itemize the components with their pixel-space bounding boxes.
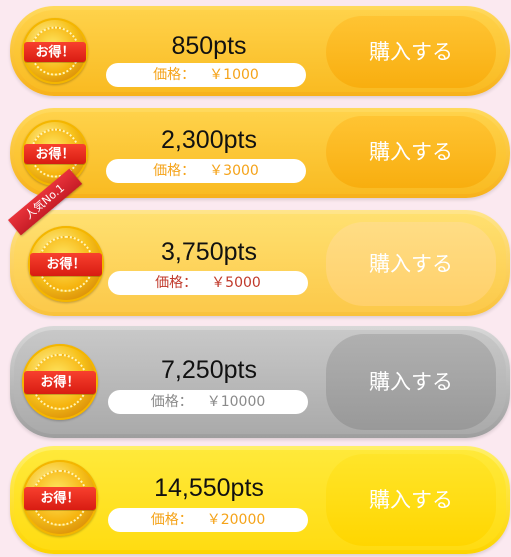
- points-amount: 7,250pts: [161, 356, 257, 384]
- price-label: 価格：: [153, 67, 196, 83]
- coin-label: お得！: [40, 491, 80, 507]
- price-pill: 価格： ￥1000: [106, 63, 306, 87]
- price-label: 価格：: [150, 394, 193, 410]
- price-pill: 価格： ￥3000: [106, 159, 306, 183]
- coin-icon: お得！: [22, 120, 88, 186]
- price-value: ￥20000: [206, 512, 266, 528]
- price-pill: 価格： ￥5000: [108, 271, 308, 295]
- price-label: 価格：: [150, 512, 193, 528]
- coin-icon: お得！: [22, 344, 98, 420]
- coin-label: お得！: [40, 375, 80, 391]
- coin-label: お得！: [35, 44, 75, 60]
- points-amount: 14,550pts: [154, 474, 264, 502]
- price-value: ￥1000: [209, 67, 259, 83]
- price-value: ￥10000: [206, 394, 266, 410]
- buy-button[interactable]: 購入する: [326, 116, 496, 188]
- price-pill: 価格： ￥20000: [108, 508, 308, 532]
- buy-button[interactable]: 購入する: [326, 16, 496, 88]
- buy-button[interactable]: 購入する: [326, 334, 496, 430]
- price-pill: 価格： ￥10000: [108, 390, 308, 414]
- price-value: ￥3000: [209, 163, 259, 179]
- coin-icon: お得！: [22, 460, 98, 536]
- price-label: 価格：: [155, 275, 198, 291]
- coin-label: お得！: [46, 257, 86, 273]
- points-amount: 3,750pts: [161, 238, 257, 266]
- price-label: 価格：: [153, 163, 196, 179]
- buy-button[interactable]: 購入する: [326, 454, 496, 546]
- coin-icon: お得！: [28, 226, 104, 302]
- coin-icon: お得！: [22, 18, 88, 84]
- points-amount: 850pts: [171, 32, 247, 60]
- coin-label: お得！: [35, 146, 75, 162]
- buy-button[interactable]: 購入する: [326, 222, 496, 306]
- points-amount: 2,300pts: [161, 126, 257, 154]
- price-value: ￥5000: [211, 275, 261, 291]
